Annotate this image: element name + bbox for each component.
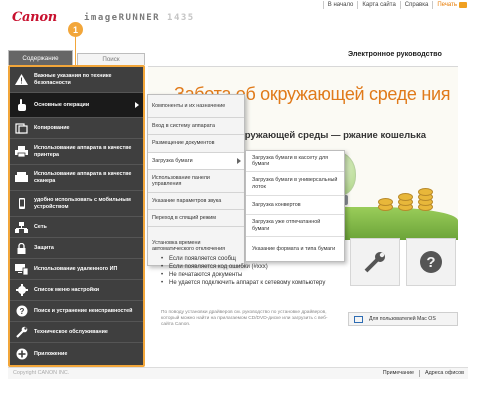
sidebar-item-remote-ui[interactable]: Использование удаленного ИП bbox=[10, 259, 143, 280]
sidebar-item-label: Приложение bbox=[34, 350, 68, 357]
flyout-item-paper-cassette[interactable]: Загрузка бумаги в кассету для бумаги bbox=[246, 151, 344, 172]
sidebar-item-network[interactable]: Сеть bbox=[10, 217, 143, 238]
mobile-icon bbox=[15, 198, 28, 209]
sidebar-item-label: Использование аппарата в качестве сканер… bbox=[34, 171, 132, 184]
sidebar-item-settings-menu[interactable]: Список меню настройки bbox=[10, 280, 143, 301]
question-icon: ? bbox=[420, 251, 442, 273]
sidebar-item-label: Сеть bbox=[34, 223, 47, 230]
flyout-loading-paper: Загрузка бумаги в кассету для бумаги Заг… bbox=[245, 150, 345, 262]
model-number: 1435 bbox=[167, 13, 195, 23]
tab-contents[interactable]: Содержание bbox=[8, 50, 73, 65]
sidebar-item-appendix[interactable]: Приложение bbox=[10, 343, 143, 365]
submenu-item-label: Загрузка бумаги bbox=[152, 157, 193, 164]
top-nav: В начало Карта сайта Справка Печать bbox=[319, 1, 467, 9]
wrench-icon bbox=[15, 326, 28, 338]
sidebar-item-mobile[interactable]: удобно использовать с мобильным устройст… bbox=[10, 191, 143, 217]
sidebar-item-label: Защита bbox=[34, 244, 54, 251]
divider bbox=[357, 1, 359, 9]
sidebar-item-basic-operations[interactable]: Основные операции bbox=[10, 93, 143, 118]
sidebar-item-label: Список меню настройки bbox=[34, 286, 100, 293]
printer-icon bbox=[15, 146, 28, 157]
submenu-item-sleep-mode[interactable]: Переход в спящий режим bbox=[148, 210, 244, 227]
sidebar-item-security[interactable]: Защита bbox=[10, 238, 143, 259]
question-icon: ? bbox=[15, 305, 28, 317]
sidebar-item-label: Использование удаленного ИП bbox=[34, 265, 118, 272]
submenu-item-components[interactable]: Компоненты и их назначение bbox=[148, 95, 244, 118]
sidebar-item-safety[interactable]: Важные указания по технике безопасности bbox=[10, 67, 143, 93]
notice-link[interactable]: Примечание bbox=[383, 370, 414, 377]
plus-icon bbox=[15, 348, 28, 360]
sidebar-item-label: Использование аппарата в качестве принте… bbox=[34, 145, 132, 158]
lock-icon bbox=[15, 242, 28, 254]
submenu-item-placing-documents[interactable]: Размещение документов bbox=[148, 135, 244, 153]
hero-subtitle: кружающей среды — ржание кошелька bbox=[240, 130, 427, 141]
submenu-item-control-panel[interactable]: Использование панели управления bbox=[148, 170, 244, 193]
sidebar-item-label: Основные операции bbox=[34, 101, 90, 108]
driver-note: По поводу установки драйверов см. руково… bbox=[161, 310, 328, 328]
chevron-right-icon bbox=[237, 158, 241, 164]
flyout-item-envelopes[interactable]: Загрузка конвертов bbox=[246, 196, 344, 215]
canon-logo: Canon bbox=[12, 10, 57, 25]
footer-links: Примечание Адреса офисов bbox=[383, 370, 464, 377]
coins-illustration bbox=[378, 185, 448, 213]
copyright: Copyright CANON INC. bbox=[13, 370, 70, 376]
home-link[interactable]: В начало bbox=[328, 2, 354, 8]
hand-pointer-icon bbox=[15, 99, 28, 111]
print-icon[interactable] bbox=[459, 2, 467, 8]
sidebar-nav: Важные указания по технике безопасности … bbox=[8, 65, 145, 367]
faq-link[interactable]: Если появляется сообщ bbox=[161, 255, 351, 263]
help-link[interactable]: Справка bbox=[405, 2, 429, 8]
sidebar-item-troubleshooting[interactable]: ? Поиск и устранение неисправностей bbox=[10, 301, 143, 322]
scanner-icon bbox=[15, 172, 28, 183]
gear-icon bbox=[15, 284, 28, 296]
svg-text:?: ? bbox=[19, 307, 24, 316]
submenu-item-loading-paper[interactable]: Загрузка бумаги bbox=[148, 153, 244, 170]
faq-link[interactable]: Не удается подключить аппарат к сетевому… bbox=[161, 279, 351, 287]
divider bbox=[419, 370, 420, 377]
sidebar-item-label: Важные указания по технике безопасности bbox=[34, 73, 112, 86]
sidebar-tabs: Содержание Поиск bbox=[8, 50, 145, 65]
remote-ui-icon bbox=[15, 263, 28, 275]
wrench-icon bbox=[364, 252, 385, 273]
sidebar-item-label: Поиск и устранение неисправностей bbox=[34, 307, 133, 314]
troubleshooting-tile[interactable]: ? bbox=[406, 238, 456, 286]
sidebar-item-label: удобно использовать с мобильным устройст… bbox=[34, 197, 131, 210]
footer: Copyright CANON INC. Примечание Адреса о… bbox=[8, 367, 468, 379]
sidebar-item-scanner[interactable]: Использование аппарата в качестве сканер… bbox=[10, 165, 143, 191]
sitemap-link[interactable]: Карта сайта bbox=[362, 2, 395, 8]
copy-icon bbox=[15, 122, 28, 134]
sidebar-item-label: Копирование bbox=[34, 124, 70, 131]
submenu-item-login[interactable]: Вход в систему аппарата bbox=[148, 118, 244, 135]
maintenance-tile[interactable] bbox=[350, 238, 400, 286]
mac-users-button[interactable]: Для пользователей Mac OS bbox=[348, 312, 458, 326]
faq-list: Если появляется сообщ Если появляется ко… bbox=[161, 255, 351, 287]
sidebar-item-label: Техническое обслуживание bbox=[34, 328, 108, 335]
warning-icon bbox=[15, 74, 28, 85]
mac-users-label: Для пользователей Mac OS bbox=[369, 316, 436, 322]
sidebar-item-copy[interactable]: Копирование bbox=[10, 118, 143, 139]
network-icon bbox=[15, 221, 28, 233]
faq-link[interactable]: Если появляется код ошибки (#xxx) bbox=[161, 263, 351, 271]
office-addresses-link[interactable]: Адреса офисов bbox=[425, 370, 464, 377]
divider bbox=[432, 1, 434, 9]
faq-link[interactable]: Не печатаются документы bbox=[161, 271, 351, 279]
sidebar-item-maintenance[interactable]: Техническое обслуживание bbox=[10, 322, 143, 343]
flyout-item-preprinted-paper[interactable]: Загрузка уже отпечатанной бумаги bbox=[246, 215, 344, 237]
callout-badge: 1 bbox=[68, 22, 83, 37]
divider bbox=[399, 1, 401, 9]
print-link[interactable]: Печать bbox=[437, 2, 457, 8]
chevron-right-icon bbox=[135, 102, 139, 108]
submenu-basic-operations: Компоненты и их назначение Вход в систем… bbox=[147, 94, 245, 266]
page-title: Электронное руководство bbox=[348, 49, 442, 58]
product-name: imageRUNNER 1435 bbox=[84, 13, 195, 23]
monitor-icon bbox=[354, 315, 363, 323]
submenu-item-sound-settings[interactable]: Указание параметров звука bbox=[148, 193, 244, 210]
flyout-item-multipurpose-tray[interactable]: Загрузка бумаги в универсальный лоток bbox=[246, 172, 344, 196]
svg-text:?: ? bbox=[426, 254, 435, 271]
sidebar-item-printer[interactable]: Использование аппарата в качестве принте… bbox=[10, 139, 143, 165]
tab-search[interactable]: Поиск bbox=[77, 53, 145, 65]
divider bbox=[322, 1, 324, 9]
header-logo: Canon imageRUNNER 1435 bbox=[12, 10, 212, 28]
